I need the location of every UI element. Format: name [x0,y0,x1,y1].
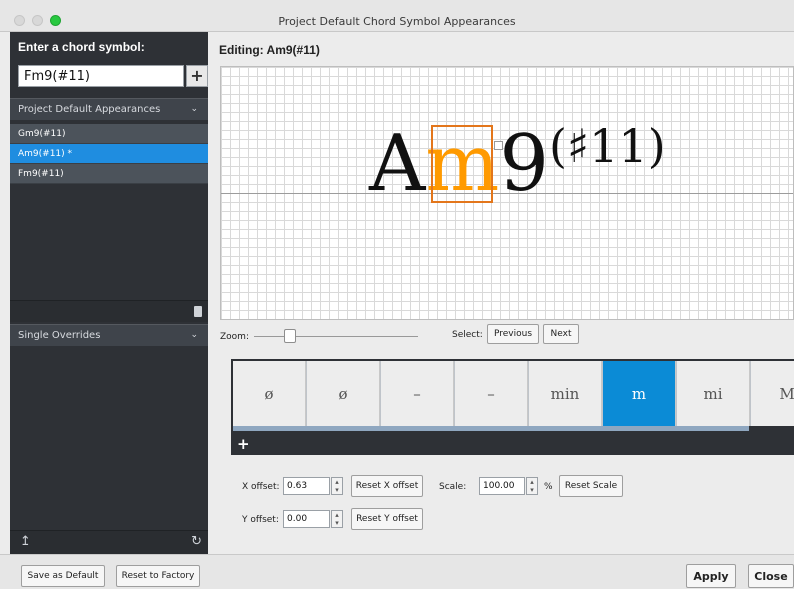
list-item-am9[interactable]: Am9(#11) * [10,144,208,164]
single-overrides-label: Single Overrides [18,330,101,341]
palette-scrollbar[interactable] [233,426,749,431]
editing-label: Editing: [219,43,264,57]
refresh-icon[interactable]: ↻ [191,534,202,549]
list-item-fm9[interactable]: Fm9(#11) [10,164,208,184]
next-button[interactable]: Next [543,324,579,344]
project-defaults-section[interactable]: Project Default Appearances ⌄ [10,98,208,120]
x-offset-label: X offset: [242,482,280,492]
resize-handle[interactable] [494,141,504,150]
add-palette-icon[interactable]: + [237,435,250,453]
component-palette: ø ø – – min m mi M + [231,359,794,455]
palette-tile[interactable]: ø [233,361,306,426]
reset-to-factory-button[interactable]: Reset to Factory [116,565,200,587]
select-label: Select: [452,330,483,340]
palette-tile[interactable]: min [529,361,602,426]
scale-stepper[interactable]: ▴ ▾ [526,477,538,495]
reset-scale-button[interactable]: Reset Scale [559,475,623,497]
palette-tile[interactable]: – [381,361,454,426]
editor-panel: Editing: Am9(#11) Am 9(♯11) Zoom: Select:… [208,32,794,554]
single-overrides-section[interactable]: Single Overrides ⌄ [10,324,208,346]
list-toolbar [10,300,208,322]
close-button[interactable]: Close [748,564,794,588]
chord-canvas[interactable]: Am 9(♯11) [220,66,794,320]
export-icon[interactable]: ↥ [20,534,31,549]
palette-tile[interactable]: – [455,361,528,426]
editing-heading: Editing: Am9(#11) [219,43,320,57]
x-offset-stepper[interactable]: ▴ ▾ [331,477,343,495]
title-bar: Project Default Chord Symbol Appearances [0,0,794,32]
trash-icon[interactable] [194,306,202,317]
y-offset-input[interactable]: 0.00 [283,510,330,528]
chord-quality-text: m [425,119,500,209]
dialog-footer: Save as Default Reset to Factory Apply C… [0,554,794,589]
sidebar-footer: ↥ ↻ [10,530,208,554]
chord-symbol-input[interactable]: Fm9(#11) [18,65,184,87]
reset-x-offset-button[interactable]: Reset X offset [351,475,423,497]
palette-tile[interactable]: mi [677,361,750,426]
project-defaults-label: Project Default Appearances [18,104,161,115]
chord-symbol-preview: Am 9(♯11) [369,119,666,209]
save-as-default-button[interactable]: Save as Default [21,565,105,587]
reset-y-offset-button[interactable]: Reset Y offset [351,508,423,530]
chord-root[interactable]: A [369,119,425,209]
chevron-down-icon: ⌄ [190,104,198,114]
appearance-list: Gm9(#11) Am9(#11) * Fm9(#11) [10,124,208,184]
palette-tile[interactable]: M [751,361,794,426]
apply-button[interactable]: Apply [686,564,736,588]
scale-label: Scale: [439,482,467,492]
chevron-down-icon: ⌄ [190,330,198,340]
zoom-slider-thumb[interactable] [284,329,297,343]
palette-tile[interactable]: ø [307,361,380,426]
editing-value: Am9(#11) [266,43,320,57]
percent-label: % [544,482,553,492]
chord-quality[interactable]: m [425,119,504,209]
x-offset-input[interactable]: 0.63 [283,477,330,495]
palette-tile-selected[interactable]: m [603,361,676,426]
previous-button[interactable]: Previous [487,324,539,344]
chord-alteration[interactable]: (♯11) [549,119,666,173]
y-offset-stepper[interactable]: ▴ ▾ [331,510,343,528]
chord-extension[interactable]: 9 [499,119,549,209]
zoom-slider-track[interactable] [254,336,418,337]
window-title: Project Default Chord Symbol Appearances [278,15,516,28]
zoom-label: Zoom: [220,332,249,342]
palette-tiles: ø ø – – min m mi M [233,361,794,426]
add-chord-button[interactable]: + [186,65,208,87]
y-offset-label: Y offset: [242,515,279,525]
list-item-gm9[interactable]: Gm9(#11) [10,124,208,144]
scale-input[interactable]: 100.00 [479,477,525,495]
sidebar: Enter a chord symbol: Fm9(#11) + Project… [10,32,208,554]
chord-entry-header: Enter a chord symbol: [18,40,145,54]
